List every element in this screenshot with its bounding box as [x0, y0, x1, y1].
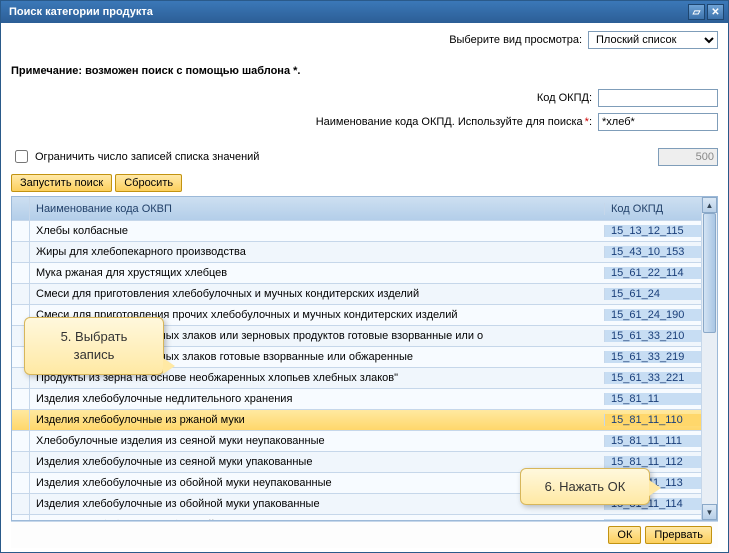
- window-title: Поиск категории продукта: [9, 6, 686, 18]
- header-name[interactable]: Наименование кода ОКВП: [30, 203, 605, 215]
- callout-select-row: 5. Выбрать запись: [24, 317, 164, 375]
- cell-code: 15_61_33_210: [605, 330, 701, 342]
- cell-name: Мука ржаная для хрустящих хлебцев: [30, 267, 605, 279]
- limit-value: [658, 148, 718, 166]
- code-input[interactable]: [598, 89, 718, 107]
- table-row[interactable]: Изделия хлебобулочные из ржаной муки15_8…: [12, 410, 701, 431]
- cell-name: Изделия хлебобулочные обдирной муки неуп…: [30, 519, 605, 520]
- table-row[interactable]: Хлебы колбасные15_13_12_115: [12, 221, 701, 242]
- titlebar: Поиск категории продукта ▱ ✕: [1, 1, 728, 23]
- scroll-down-icon[interactable]: ▼: [702, 504, 717, 520]
- cell-code: 15_13_12_115: [605, 225, 701, 237]
- cell-code: 15_81_11_115: [605, 519, 701, 520]
- cell-code: 15_81_11: [605, 393, 701, 405]
- cell-name: Хлебы колбасные: [30, 225, 605, 237]
- header-code[interactable]: Код ОКПД: [605, 203, 701, 215]
- cell-name: Изделия хлебобулочные из обойной муки не…: [30, 477, 605, 489]
- cell-name: Смеси для приготовления хлебобулочных и …: [30, 288, 605, 300]
- cell-code: 15_61_33_219: [605, 351, 701, 363]
- cell-code: 15_81_11_112: [605, 456, 701, 468]
- table-row[interactable]: Изделия хлебобулочные недлительного хран…: [12, 389, 701, 410]
- cell-code: 15_81_11_110: [605, 414, 701, 426]
- vertical-scrollbar[interactable]: ▲ ▼: [701, 197, 717, 520]
- button-bar: Запустить поиск Сбросить: [11, 174, 718, 192]
- table-row[interactable]: Хлебобулочные изделия из сеяной муки неу…: [12, 431, 701, 452]
- table-row[interactable]: Жиры для хлебопекарного производства15_4…: [12, 242, 701, 263]
- callout-press-ok: 6. Нажать ОК: [520, 468, 650, 505]
- cell-name: Изделия хлебобулочные из обойной муки уп…: [30, 498, 605, 510]
- table-header: Наименование кода ОКВП Код ОКПД: [12, 197, 701, 221]
- table-row[interactable]: Изделия хлебобулочные обдирной муки неуп…: [12, 515, 701, 520]
- cell-name: Жиры для хлебопекарного производства: [30, 246, 605, 258]
- scroll-thumb[interactable]: [703, 213, 716, 333]
- cell-code: 15_61_24_190: [605, 309, 701, 321]
- limit-label: Ограничить число записей списка значений: [35, 151, 259, 163]
- cell-name: Хлебобулочные изделия из сеяной муки неу…: [30, 435, 605, 447]
- dialog-footer: ОК Прервать: [11, 521, 718, 548]
- viewmode-select[interactable]: Плоский список: [588, 31, 718, 49]
- cell-name: Изделия хлебобулочные недлительного хран…: [30, 393, 605, 405]
- limit-checkbox[interactable]: [15, 150, 28, 163]
- table-row[interactable]: Смеси для приготовления хлебобулочных и …: [12, 284, 701, 305]
- cell-code: 15_61_33_221: [605, 372, 701, 384]
- cell-code: 15_43_10_153: [605, 246, 701, 258]
- viewmode-row: Выберите вид просмотра: Плоский список: [11, 31, 718, 49]
- search-button[interactable]: Запустить поиск: [11, 174, 112, 192]
- search-note: Примечание: возможен поиск с помощью шаб…: [11, 65, 718, 77]
- name-label: Наименование кода ОКПД. Используйте для …: [252, 116, 592, 128]
- cell-name: Изделия хлебобулочные из ржаной муки: [30, 414, 605, 426]
- name-input[interactable]: [598, 113, 718, 131]
- cell-code: 15_61_24: [605, 288, 701, 300]
- search-fields: Код ОКПД: Наименование кода ОКПД. Исполь…: [11, 89, 718, 137]
- cell-code: 15_81_11_111: [605, 435, 701, 447]
- cell-name: Изделия хлебобулочные из сеяной муки упа…: [30, 456, 605, 468]
- code-label: Код ОКПД:: [252, 92, 592, 104]
- ok-button[interactable]: ОК: [608, 526, 641, 544]
- scroll-up-icon[interactable]: ▲: [702, 197, 717, 213]
- cell-code: 15_61_22_114: [605, 267, 701, 279]
- minimize-icon[interactable]: ▱: [688, 4, 705, 20]
- viewmode-label: Выберите вид просмотра:: [449, 34, 582, 46]
- cancel-button[interactable]: Прервать: [645, 526, 712, 544]
- table-row[interactable]: Мука ржаная для хрустящих хлебцев15_61_2…: [12, 263, 701, 284]
- reset-button[interactable]: Сбросить: [115, 174, 182, 192]
- limit-row: Ограничить число записей списка значений: [11, 147, 718, 166]
- close-icon[interactable]: ✕: [707, 4, 724, 20]
